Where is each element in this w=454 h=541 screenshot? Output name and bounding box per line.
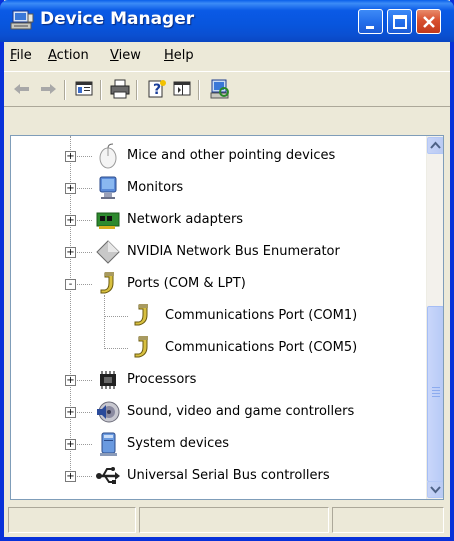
menu-action[interactable]: Action xyxy=(48,48,89,63)
port-icon xyxy=(129,303,155,329)
scroll-down-button[interactable] xyxy=(427,481,443,498)
diamond-device-icon xyxy=(95,239,121,265)
expand-button[interactable]: + xyxy=(65,215,76,226)
tree-label-communications-port-com5[interactable]: Communications Port (COM5) xyxy=(165,340,357,355)
speaker-icon xyxy=(95,399,121,425)
menu-help[interactable]: Help xyxy=(164,48,194,63)
tree-label-ports-com-lpt[interactable]: Ports (COM & LPT) xyxy=(127,276,246,291)
tree-label-network-adapters[interactable]: Network adapters xyxy=(127,212,243,227)
tree-connector-line xyxy=(104,316,128,317)
menu-view[interactable]: View xyxy=(110,48,141,63)
tree-label-monitors[interactable]: Monitors xyxy=(127,180,183,195)
svg-text:?: ? xyxy=(153,82,161,98)
expand-button[interactable]: + xyxy=(65,407,76,418)
tree-label-universal-serial-bus-controllers[interactable]: Universal Serial Bus controllers xyxy=(127,468,330,483)
device-tree[interactable]: + Mice and other pointing devices + Monitor… xyxy=(10,135,444,500)
toolbar-separator xyxy=(136,80,138,100)
minimize-button[interactable] xyxy=(358,9,383,34)
tree-label-communications-port-com1[interactable]: Communications Port (COM1) xyxy=(165,308,357,323)
menu-bar: File Action View Help xyxy=(4,42,450,70)
status-bar xyxy=(4,503,450,537)
monitor-icon xyxy=(95,175,121,201)
vertical-scrollbar[interactable] xyxy=(426,136,443,499)
processor-chip-icon xyxy=(95,367,121,393)
tree-category-item[interactable]: + Network adapters xyxy=(11,205,425,235)
network-card-icon xyxy=(95,207,121,233)
help-icon[interactable]: ? xyxy=(144,77,168,101)
close-button[interactable] xyxy=(416,9,441,34)
tree-label-system-devices[interactable]: System devices xyxy=(127,436,229,451)
toolbar: ? xyxy=(4,71,450,107)
toolbar-separator xyxy=(100,80,102,100)
tree-category-item[interactable]: - Ports (COM & LPT) xyxy=(11,269,425,299)
status-pane-2 xyxy=(139,507,329,533)
usb-icon xyxy=(95,463,121,489)
expand-button[interactable]: + xyxy=(65,471,76,482)
tree-category-item[interactable]: + Universal Serial Bus controllers xyxy=(11,461,425,491)
tree-label-mice-and-other-pointing-devices[interactable]: Mice and other pointing devices xyxy=(127,148,335,163)
collapse-button[interactable]: - xyxy=(65,279,76,290)
tree-category-item[interactable]: + Processors xyxy=(11,365,425,395)
menu-file[interactable]: File xyxy=(10,48,32,63)
maximize-button[interactable] xyxy=(387,9,412,34)
toolbar-separator xyxy=(64,80,66,100)
status-pane-3 xyxy=(332,507,444,533)
expand-button[interactable]: + xyxy=(65,151,76,162)
tree-child-item[interactable]: Communications Port (COM1) xyxy=(11,301,425,331)
scroll-up-button[interactable] xyxy=(427,137,443,154)
tree-child-item[interactable]: Communications Port (COM5) xyxy=(11,333,425,363)
expand-button[interactable]: + xyxy=(65,439,76,450)
tree-connector-line xyxy=(104,295,105,347)
tree-category-item[interactable]: + Mice and other pointing devices xyxy=(11,141,425,171)
show-hide-pane-icon[interactable] xyxy=(170,77,194,101)
print-icon[interactable] xyxy=(108,77,132,101)
properties-view-icon[interactable] xyxy=(72,77,96,101)
tree-label-processors[interactable]: Processors xyxy=(127,372,196,387)
forward-icon[interactable] xyxy=(36,77,60,101)
tree-category-item[interactable]: + NVIDIA Network Bus Enumerator xyxy=(11,237,425,267)
back-icon[interactable] xyxy=(10,77,34,101)
expand-button[interactable]: + xyxy=(65,247,76,258)
window-title: Device Manager xyxy=(40,9,195,29)
tree-label-nvidia-network-bus-enumerator[interactable]: NVIDIA Network Bus Enumerator xyxy=(127,244,340,259)
device-manager-window: Device Manager File Action View Help ? +… xyxy=(0,0,454,541)
scroll-thumb[interactable] xyxy=(427,306,443,482)
port-icon xyxy=(129,335,155,361)
system-computer-icon xyxy=(95,431,121,457)
tree-connector-line xyxy=(104,348,128,349)
toolbar-separator xyxy=(198,80,200,100)
tree-category-item[interactable]: + Sound, video and game controllers xyxy=(11,397,425,427)
tree-category-item[interactable]: + Monitors xyxy=(11,173,425,203)
computer-icon xyxy=(10,10,34,32)
tree-category-item[interactable]: + System devices xyxy=(11,429,425,459)
expand-button[interactable]: + xyxy=(65,183,76,194)
tree-label-sound-video-and-game-controllers[interactable]: Sound, video and game controllers xyxy=(127,404,354,419)
scan-hardware-icon[interactable] xyxy=(208,77,232,101)
status-pane-1 xyxy=(8,507,136,533)
title-bar[interactable]: Device Manager xyxy=(0,0,454,42)
port-icon xyxy=(95,271,121,297)
expand-button[interactable]: + xyxy=(65,375,76,386)
mouse-icon xyxy=(95,143,121,169)
